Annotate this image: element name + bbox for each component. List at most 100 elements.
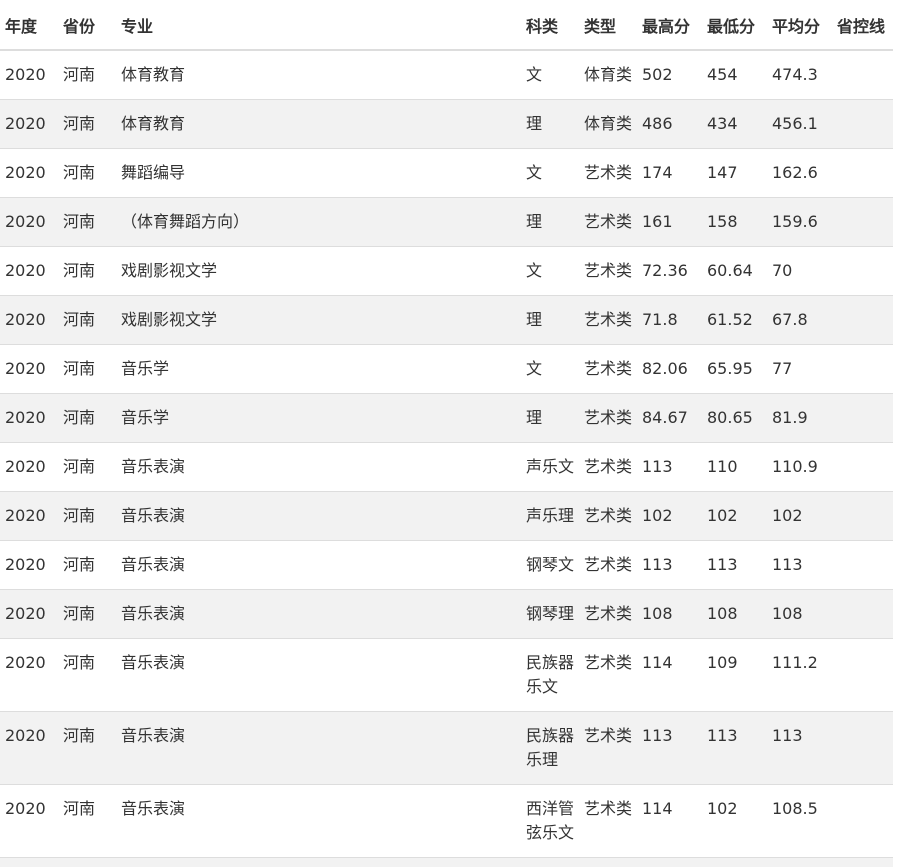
subject-label: 文 [526,65,543,84]
cell-subject: 西洋管弦乐文 [521,784,579,857]
cell-avg-score: 81.9 [772,407,808,427]
subject-label: 声乐理 [526,505,575,525]
cell-type: 体育类 [584,113,633,133]
cell-empty [521,857,579,867]
cell-type: 艺术类 [584,211,633,231]
cell-subject: 钢琴文 [521,540,579,589]
subject-label: 民族器乐文 [526,652,575,696]
cell-subject: 钢琴理 [521,589,579,638]
cell-max-score: 114 [642,798,673,818]
cell-year: 2020 [5,113,46,133]
cell-year: 2020 [5,162,46,182]
cell-control-line [832,638,893,711]
cell-year: 2020 [5,456,46,476]
cell-type: 艺术类 [584,652,633,672]
cell-major: 音乐学 [121,358,170,378]
cell-avg-score: 67.8 [772,309,808,329]
cell-major: 音乐学 [121,407,170,427]
cell-min-score: 102 [707,505,738,525]
cell-empty [116,857,521,867]
cell-control-line [832,393,893,442]
cell-year: 2020 [5,725,46,745]
table-row: 2020 河南 体育教育 文 体育类 502 454 474.3 [0,50,893,99]
cell-year: 2020 [5,603,46,623]
cell-type: 体育类 [584,65,633,84]
table-row: 2020 河南 音乐学 文 艺术类 82.06 65.95 77 [0,344,893,393]
cell-major: 戏剧影视文学 [121,309,218,329]
cell-control-line [832,344,893,393]
cell-max-score: 113 [642,725,673,745]
cell-control-line [832,246,893,295]
column-header-control-line: 省控线 [837,16,886,36]
cell-province: 河南 [63,407,96,427]
subject-label: 声乐文 [526,456,575,476]
column-header-subject: 科类 [526,16,559,36]
cell-subject: 声乐文 [521,442,579,491]
cell-avg-score: 162.6 [772,162,818,182]
cell-max-score: 114 [642,652,673,672]
cell-major: 音乐表演 [121,554,186,574]
cell-avg-score: 456.1 [772,113,818,133]
cell-max-score: 113 [642,456,673,476]
cell-type: 艺术类 [584,505,633,525]
cell-province: 河南 [63,162,96,182]
cell-subject: 文 [521,50,579,99]
subject-label: 理 [526,309,543,329]
cell-subject: 文 [521,246,579,295]
cell-avg-score: 474.3 [772,65,818,84]
cell-min-score: 65.95 [707,358,753,378]
cell-max-score: 108 [642,603,673,623]
cell-control-line [832,99,893,148]
column-header-max-score: 最高分 [642,16,691,36]
cell-province: 河南 [63,65,96,84]
cell-type: 艺术类 [584,162,633,182]
cell-province: 河南 [63,505,96,525]
cell-year: 2020 [5,358,46,378]
cell-avg-score: 159.6 [772,211,818,231]
cell-min-score: 109 [707,652,738,672]
cell-province: 河南 [63,798,96,818]
cell-avg-score: 108.5 [772,798,818,818]
table-row: 2020 河南 音乐表演 民族器乐理 艺术类 113 113 113 [0,711,893,784]
cell-empty [767,857,832,867]
column-header-type: 类型 [584,16,617,36]
cell-province: 河南 [63,725,96,745]
cell-max-score: 84.67 [642,407,688,427]
subject-label: 钢琴文 [526,554,575,574]
cell-year: 2020 [5,65,46,84]
cell-avg-score: 113 [772,725,803,745]
cell-max-score: 161 [642,211,673,231]
cell-min-score: 113 [707,554,738,574]
cell-min-score: 108 [707,603,738,623]
cell-type: 艺术类 [584,725,633,745]
table-row: 2020 河南 （体育舞蹈方向） 理 艺术类 161 158 159.6 [0,197,893,246]
cell-min-score: 147 [707,162,738,182]
cell-min-score: 434 [707,113,738,133]
cell-avg-score: 108 [772,603,803,623]
column-header-year: 年度 [5,16,38,36]
cell-province: 河南 [63,358,96,378]
cell-year: 2020 [5,652,46,672]
subject-label: 民族器乐理 [526,725,575,769]
admission-scores-table: 年度 省份 专业 科类 类型 最高分 最低分 平均分 省控线 2020 河南 体育教… [0,0,893,867]
cell-avg-score: 113 [772,554,803,574]
cell-province: 河南 [63,456,96,476]
cell-type: 艺术类 [584,456,633,476]
cell-province: 河南 [63,554,96,574]
cell-province: 河南 [63,211,96,231]
cell-min-score: 454 [707,65,738,84]
cell-major: 戏剧影视文学 [121,260,218,280]
cell-max-score: 174 [642,162,673,182]
cell-major: 音乐表演 [121,652,186,672]
subject-label: 理 [526,113,543,133]
cell-avg-score: 70 [772,260,793,280]
cell-max-score: 82.06 [642,358,688,378]
cell-province: 河南 [63,652,96,672]
cell-max-score: 72.36 [642,260,688,280]
table-row: 2020 河南 音乐学 理 艺术类 84.67 80.65 81.9 [0,393,893,442]
cell-empty [702,857,767,867]
cell-major: 音乐表演 [121,603,186,623]
cell-max-score: 71.8 [642,309,678,329]
cell-subject: 理 [521,393,579,442]
cell-empty [579,857,637,867]
